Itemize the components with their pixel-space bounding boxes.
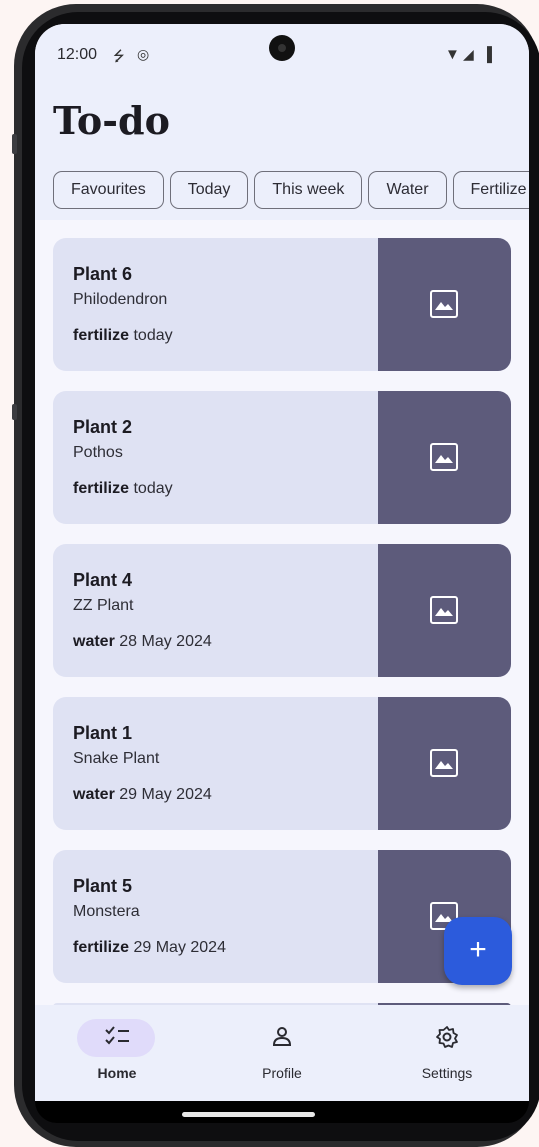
bottom-navigation: Home Profile Settings [35,1005,529,1101]
battery-icon: ▌ [487,46,497,62]
plant-task: fertilize today [73,480,173,498]
plant-card[interactable]: Plant 4 ZZ Plant water 28 May 2024 [53,544,511,677]
nav-item-home[interactable]: Home [35,1005,199,1101]
person-icon [200,1025,364,1053]
usb-debug-icon: ⭍ [113,48,125,64]
plant-list: Plant 6 Philodendron fertilize today Pla… [53,238,511,1031]
side-button [12,404,17,420]
checklist-icon [35,1025,199,1053]
app-screen: 12:00 ⭍ ◎ ▼ ◢ ▌ To-do Favourites Today Thi… [35,24,529,1101]
plant-species: Pothos [73,444,123,461]
task-due: today [133,480,173,497]
nav-label-home: Home [97,1065,137,1081]
task-type: water [73,633,115,650]
task-type: fertilize [73,327,130,344]
plant-name: Plant 2 [73,417,133,437]
plant-name: Plant 6 [73,264,133,284]
filter-chip-favourites[interactable]: Favourites [53,171,164,209]
plant-species: ZZ Plant [73,597,134,614]
filter-chip-water[interactable]: Water [368,171,447,209]
task-due: 28 May 2024 [119,633,212,650]
task-due: today [133,327,173,344]
nav-label-settings: Settings [421,1065,473,1081]
image-icon [430,596,458,624]
nav-item-settings[interactable]: Settings [365,1005,529,1101]
home-indicator[interactable] [182,1112,315,1117]
filter-chip-fertilize[interactable]: Fertilize [452,171,529,209]
plant-image-placeholder [378,697,511,830]
side-button [12,134,17,154]
plant-name: Plant 5 [73,876,133,896]
plant-species: Snake Plant [73,750,160,767]
image-icon [430,443,458,471]
plant-image-placeholder [378,544,511,677]
filter-chip-today[interactable]: Today [169,171,249,209]
plant-species: Monstera [73,903,140,920]
gear-icon [365,1025,529,1055]
notification-icon: ◎ [137,46,150,62]
nav-label-profile: Profile [262,1065,302,1081]
status-time: 12:00 [57,46,98,63]
plant-card[interactable]: Plant 5 Monstera fertilize 29 May 2024 [53,850,511,983]
plant-task: fertilize 29 May 2024 [73,939,226,957]
status-bar: 12:00 ⭍ ◎ ▼ ◢ ▌ [35,24,529,84]
plant-task: water 28 May 2024 [73,633,212,651]
filter-chip-this-week[interactable]: This week [254,171,363,209]
plant-task: fertilize today [73,327,173,345]
plant-species: Philodendron [73,291,168,308]
plant-card[interactable]: Plant 6 Philodendron fertilize today [53,238,511,371]
plant-name: Plant 1 [73,723,133,743]
nav-item-profile[interactable]: Profile [200,1005,364,1101]
task-type: fertilize [73,939,130,956]
add-plant-button[interactable]: + [444,917,512,985]
task-due: 29 May 2024 [119,786,212,803]
plant-task: water 29 May 2024 [73,786,212,804]
signal-icon: ◢ [463,46,474,62]
image-icon [430,290,458,318]
page-title: To-do [53,98,170,143]
plant-image-placeholder [378,391,511,524]
wifi-icon: ▼ [445,46,460,63]
plant-card[interactable]: Plant 2 Pothos fertilize today [53,391,511,524]
task-type: fertilize [73,480,130,497]
filter-chips: Favourites Today This week Water Fertilize [53,171,529,209]
image-icon [430,749,458,777]
top-app-bar: 12:00 ⭍ ◎ ▼ ◢ ▌ To-do Favourites Today Thi… [35,24,529,220]
plant-image-placeholder [378,238,511,371]
plant-name: Plant 4 [73,570,133,590]
task-type: water [73,786,115,803]
front-camera [269,35,295,61]
task-due: 29 May 2024 [133,939,226,956]
plant-card[interactable]: Plant 1 Snake Plant water 29 May 2024 [53,697,511,830]
